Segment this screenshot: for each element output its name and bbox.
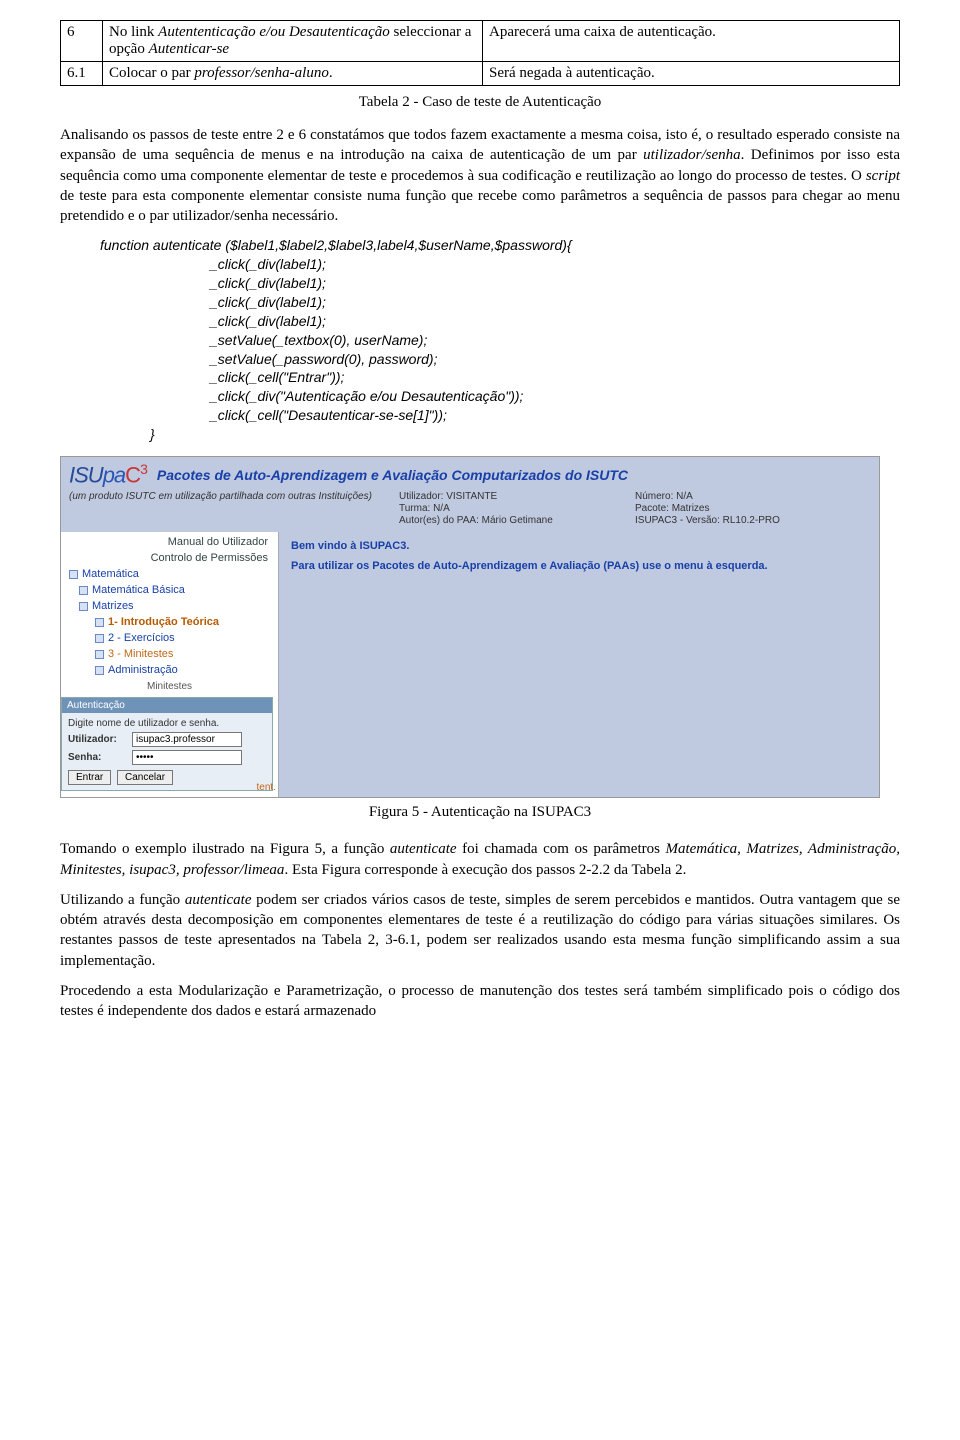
row-result: Aparecerá uma caixa de autenticação.: [483, 21, 900, 62]
info-grid: Utilizador: VISITANTENúmero: N/A Turma: …: [399, 491, 871, 526]
test-case-table: 6 No link Autententicação e/ou Desautent…: [60, 20, 900, 86]
paragraph: Analisando os passos de teste entre 2 e …: [60, 125, 900, 226]
expand-icon: [95, 634, 104, 643]
sidebar-item-intro[interactable]: 1- Introdução Teórica: [61, 614, 278, 630]
auth-popup: Autenticação Digite nome de utilizador e…: [61, 697, 273, 791]
sidebar: Manual do Utilizador Controlo de Permiss…: [61, 532, 279, 797]
sidebar-item-exerc[interactable]: 2 - Exercícios: [61, 630, 278, 646]
row-num: 6.1: [61, 62, 103, 86]
content-panel: Bem vindo à ISUPAC3. Para utilizar os Pa…: [279, 532, 879, 797]
paragraph: Procedendo a esta Modularização e Parame…: [60, 981, 900, 1022]
sidebar-sub-minitestes: Minitestes: [61, 678, 278, 695]
welcome-text: Bem vindo à ISUPAC3.: [291, 540, 867, 552]
figure-caption: Figura 5 - Autenticação na ISUPAC3: [60, 804, 900, 821]
sidebar-link-manual[interactable]: Manual do Utilizador: [61, 534, 278, 550]
expand-icon: [95, 650, 104, 659]
row-result: Será negada à autenticação.: [483, 62, 900, 86]
cancel-button[interactable]: Cancelar: [117, 770, 173, 785]
sidebar-item-admin[interactable]: Administração: [61, 662, 278, 678]
instruction-text: Para utilizar os Pacotes de Auto-Aprendi…: [291, 560, 867, 572]
expand-icon: [95, 618, 104, 627]
expand-icon: [79, 602, 88, 611]
banner-subtitle: (um produto ISUTC em utilização partilha…: [69, 491, 399, 526]
logo: ISUpaC3: [69, 461, 147, 488]
banner-title: Pacotes de Auto-Aprendizagem e Avaliação…: [157, 467, 628, 483]
expand-icon: [95, 666, 104, 675]
paragraph: Utilizando a função autenticate podem se…: [60, 890, 900, 971]
auth-header: Autenticação: [62, 698, 272, 713]
password-input[interactable]: [132, 750, 242, 765]
password-label: Senha:: [68, 752, 132, 763]
auth-message: Digite nome de utilizador e senha.: [68, 718, 266, 729]
username-label: Utilizador:: [68, 734, 132, 745]
row-desc: No link Autententicação e/ou Desautentic…: [103, 21, 483, 62]
username-input[interactable]: [132, 732, 242, 747]
row-desc: Colocar o par professor/senha-aluno.: [103, 62, 483, 86]
sidebar-item-matrizes[interactable]: Matrizes: [61, 598, 278, 614]
row-num: 6: [61, 21, 103, 62]
sidebar-item-matbasica[interactable]: Matemática Básica: [61, 582, 278, 598]
embedded-screenshot: ISUpaC3 Pacotes de Auto-Aprendizagem e A…: [60, 456, 900, 798]
paragraph: Tomando o exemplo ilustrado na Figura 5,…: [60, 839, 900, 880]
expand-icon: [79, 586, 88, 595]
sidebar-item-minitestes[interactable]: 3 - Minitestes: [61, 646, 278, 662]
tent-label: tent.: [257, 782, 276, 793]
expand-icon: [69, 570, 78, 579]
code-block: function autenticate ($label1,$label2,$l…: [100, 236, 900, 444]
sidebar-link-permissoes[interactable]: Controlo de Permissões: [61, 550, 278, 566]
login-button[interactable]: Entrar: [68, 770, 111, 785]
sidebar-item-matematica[interactable]: Matemática: [61, 566, 278, 582]
table-caption: Tabela 2 - Caso de teste de Autenticação: [60, 94, 900, 111]
